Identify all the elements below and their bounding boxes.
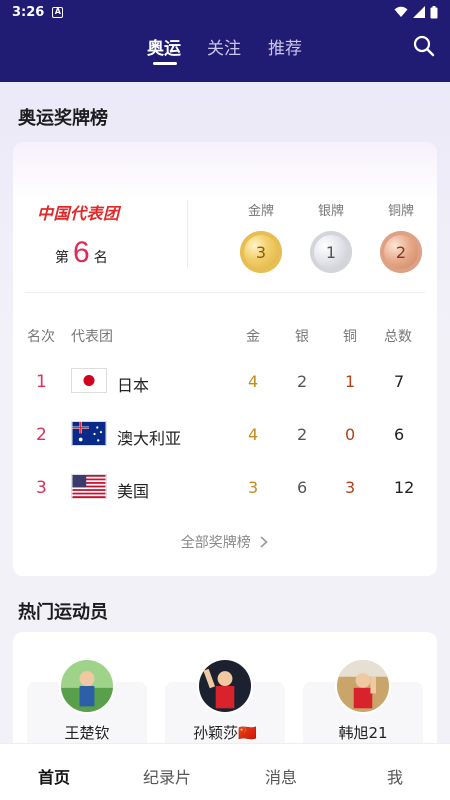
row-total: 6 <box>394 425 405 444</box>
nav-home[interactable]: 首页 <box>38 764 70 788</box>
row-gold: 4 <box>248 372 259 391</box>
wifi-icon <box>394 6 408 17</box>
battery-icon <box>430 5 438 18</box>
team-name[interactable]: 中国代表团 <box>37 200 120 224</box>
athlete-name: 王楚钦 <box>64 724 110 742</box>
nav-documentary[interactable]: 纪录片 <box>143 764 191 788</box>
all-medals-label: 全部奖牌榜 <box>180 535 251 551</box>
row-total: 12 <box>394 478 415 497</box>
bronze-label: 铜牌 <box>387 204 414 219</box>
row-bronze: 1 <box>345 372 356 391</box>
row-silver: 2 <box>297 425 308 444</box>
japan-flag-icon <box>71 368 107 393</box>
nav-messages[interactable]: 消息 <box>265 764 297 788</box>
athlete-avatar <box>59 658 115 714</box>
athlete-name: 孙颖莎🇨🇳 <box>193 724 257 742</box>
header-gold: 金 <box>246 329 260 345</box>
row-gold: 3 <box>248 478 259 497</box>
gold-medal-icon: 3 <box>240 231 282 273</box>
row-rank: 1 <box>36 372 47 392</box>
rank-suffix: 名 <box>93 250 108 266</box>
row-silver: 2 <box>297 372 308 391</box>
nav-me[interactable]: 我 <box>387 764 403 788</box>
silver-medal-summary: 银牌 1 <box>307 200 355 273</box>
table-row[interactable]: 3 美国 3 6 3 12 <box>13 472 437 504</box>
top-tabs: 奥运 关注 推荐 <box>0 34 450 65</box>
row-total: 7 <box>394 372 405 391</box>
status-time: 3:26 <box>12 4 45 20</box>
silver-medal-icon: 1 <box>310 231 352 273</box>
tab-recommended[interactable]: 推荐 <box>268 34 302 59</box>
rank-number: 6 <box>73 236 90 269</box>
row-bronze: 0 <box>345 425 356 444</box>
header-team: 代表团 <box>71 329 113 345</box>
gold-label: 金牌 <box>247 204 274 219</box>
silver-label: 银牌 <box>317 204 344 219</box>
chevron-right-icon <box>260 536 268 548</box>
team-rank: 第 6 名 <box>55 236 108 270</box>
header-silver: 银 <box>295 329 309 345</box>
bottom-navigation: 首页 纪录片 消息 我 <box>0 743 450 800</box>
medal-table-card: 中国代表团 第 6 名 金牌 3 银牌 1 铜牌 2 名次 代表团 金 银 铜 … <box>13 142 437 576</box>
header-bronze: 铜 <box>343 329 357 345</box>
athlete-avatar <box>197 658 253 714</box>
silver-count: 1 <box>325 242 337 262</box>
status-icons <box>394 5 438 19</box>
all-medals-link[interactable]: 全部奖牌榜 <box>13 532 437 552</box>
bronze-medal-summary: 铜牌 2 <box>377 200 425 273</box>
top-header: 3:26 A 奥运 关注 推荐 <box>0 0 450 82</box>
search-icon[interactable] <box>412 34 436 58</box>
header-rank: 名次 <box>27 329 55 345</box>
table-row[interactable]: 2 澳大利亚 4 2 0 6 <box>13 419 437 451</box>
active-tab-indicator <box>153 62 177 65</box>
row-bronze: 3 <box>345 478 356 497</box>
bronze-count: 2 <box>395 242 407 262</box>
notification-icon: A <box>52 6 64 18</box>
rank-prefix: 第 <box>55 250 69 266</box>
row-rank: 2 <box>36 425 47 445</box>
row-rank: 3 <box>36 478 47 498</box>
row-gold: 4 <box>248 425 259 444</box>
vertical-divider <box>187 200 188 268</box>
usa-flag-icon <box>71 474 107 499</box>
signal-icon <box>413 6 425 18</box>
tab-olympics[interactable]: 奥运 <box>147 34 181 59</box>
status-bar: 3:26 A <box>0 0 450 24</box>
tab-following[interactable]: 关注 <box>207 34 241 59</box>
table-row[interactable]: 1 日本 4 2 1 7 <box>13 366 437 398</box>
gold-count: 3 <box>255 242 267 262</box>
athlete-avatar <box>335 658 391 714</box>
medal-section-title: 奥运奖牌榜 <box>18 108 108 129</box>
australia-flag-icon <box>71 421 107 446</box>
horizontal-divider <box>25 292 425 293</box>
row-silver: 6 <box>297 478 308 497</box>
bronze-medal-icon: 2 <box>380 231 422 273</box>
athletes-section-title: 热门运动员 <box>18 602 108 623</box>
row-country: 美国 <box>117 482 150 501</box>
row-country: 澳大利亚 <box>117 429 182 448</box>
athlete-name: 韩旭21 <box>338 724 388 742</box>
header-total: 总数 <box>384 329 412 345</box>
gold-medal-summary: 金牌 3 <box>237 200 285 273</box>
row-country: 日本 <box>117 376 150 395</box>
